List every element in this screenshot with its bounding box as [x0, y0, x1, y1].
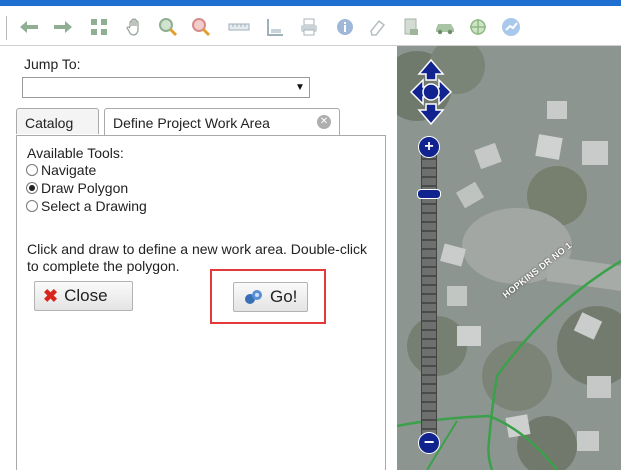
full-extent-icon[interactable]: [88, 16, 110, 38]
tab-catalog[interactable]: Catalog: [16, 108, 99, 134]
target-icon[interactable]: [467, 16, 489, 38]
tab-label: Define Project Work Area: [113, 115, 270, 131]
radio-button[interactable]: [26, 182, 38, 194]
pan-up-arrow-icon: [417, 58, 445, 81]
zoom-out-button[interactable]: −: [418, 432, 440, 454]
print-icon[interactable]: [298, 16, 320, 38]
tab-define-project-work-area[interactable]: Define Project Work Area ✕: [104, 108, 340, 136]
tab-close-icon[interactable]: ✕: [317, 115, 331, 129]
tools-panel: Jump To: ▼ Catalog Define Project Work A…: [10, 46, 397, 470]
map-view[interactable]: HOPKINS DR NO 1 + −: [397, 46, 621, 470]
pan-control[interactable]: [409, 58, 453, 126]
close-x-icon: ✖: [43, 285, 59, 306]
radio-label: Draw Polygon: [41, 180, 129, 196]
zoom-handle[interactable]: [417, 189, 441, 200]
define-area-panel: Available Tools: Navigate Draw Polygon S…: [16, 135, 386, 470]
back-arrow-icon[interactable]: [18, 16, 40, 38]
tab-label: Catalog: [25, 115, 74, 131]
chart-icon[interactable]: [500, 16, 522, 38]
jump-to-label: Jump To:: [24, 56, 81, 72]
vehicle-icon[interactable]: [434, 16, 456, 38]
eraser-icon[interactable]: [366, 16, 388, 38]
radio-navigate[interactable]: Navigate: [26, 162, 96, 178]
radio-button[interactable]: [26, 200, 38, 212]
profile-icon[interactable]: [264, 16, 286, 38]
radio-label: Navigate: [41, 162, 97, 178]
close-button[interactable]: ✖ Close: [34, 281, 133, 311]
zoom-slider[interactable]: + −: [417, 136, 441, 456]
close-button-label: Close: [64, 286, 108, 305]
zoom-in-button[interactable]: +: [418, 136, 440, 158]
radio-label: Select a Drawing: [41, 198, 147, 214]
info-icon[interactable]: [334, 16, 356, 38]
highlight-box: [210, 269, 326, 324]
radio-draw-polygon[interactable]: Draw Polygon: [26, 180, 128, 196]
pan-hand-icon[interactable]: [124, 16, 146, 38]
report-icon[interactable]: [400, 16, 422, 38]
forward-arrow-icon[interactable]: [52, 16, 74, 38]
zoom-out-icon[interactable]: [190, 16, 212, 38]
available-tools-label: Available Tools:: [27, 145, 124, 161]
jump-to-select[interactable]: ▼: [22, 77, 310, 98]
zoom-in-icon[interactable]: [157, 16, 179, 38]
map-toolbar: [0, 6, 621, 46]
measure-ruler-icon[interactable]: [228, 16, 250, 38]
radio-select-drawing[interactable]: Select a Drawing: [26, 198, 147, 214]
pan-down-arrow-icon: [417, 103, 445, 126]
radio-button[interactable]: [26, 164, 38, 176]
dropdown-arrow-icon[interactable]: ▼: [291, 78, 309, 97]
panel-tabs: Catalog Define Project Work Area ✕: [16, 108, 397, 136]
toolbar-grip[interactable]: [6, 16, 11, 40]
